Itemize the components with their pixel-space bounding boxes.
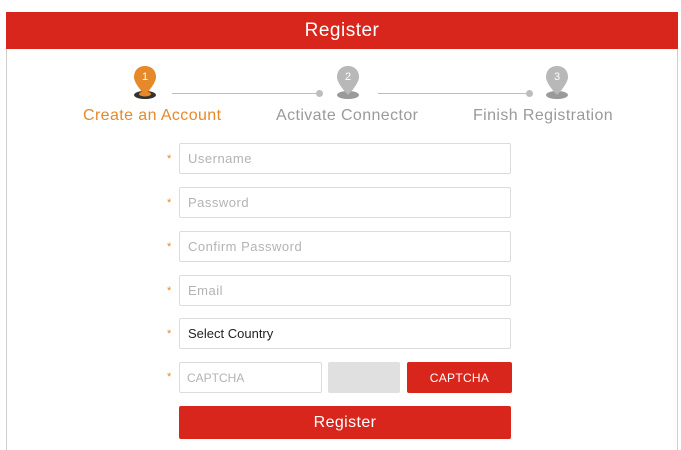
captcha-button[interactable]: CAPTCHA xyxy=(407,362,512,393)
required-marker: * xyxy=(167,371,172,383)
frame-border-left xyxy=(6,48,7,450)
step-connector xyxy=(172,93,320,94)
step-1-number: 1 xyxy=(142,71,148,83)
register-window: Register 1 2 3 Create an Account Activat… xyxy=(0,0,681,450)
captcha-image xyxy=(328,362,400,393)
step-2-number: 2 xyxy=(345,71,351,83)
country-select[interactable]: Select Country xyxy=(179,318,511,349)
step-label-activate-connector: Activate Connector xyxy=(276,107,419,124)
header-bar: Register xyxy=(6,12,678,49)
password-input[interactable] xyxy=(179,187,511,218)
required-marker: * xyxy=(167,241,172,253)
page-title: Register xyxy=(304,19,380,41)
map-pin-icon: 2 xyxy=(337,66,359,99)
map-pin-icon: 1 xyxy=(134,66,156,99)
username-input[interactable] xyxy=(179,143,511,174)
required-marker: * xyxy=(167,285,172,297)
step-connector-dot xyxy=(526,90,533,97)
country-select-value: Select Country xyxy=(188,326,274,341)
step-connector-dot xyxy=(316,90,323,97)
register-button[interactable]: Register xyxy=(179,406,511,439)
required-marker: * xyxy=(167,197,172,209)
email-input[interactable] xyxy=(179,275,511,306)
step-3-number: 3 xyxy=(554,71,560,83)
step-connector xyxy=(378,93,530,94)
frame-border-right xyxy=(677,48,678,450)
captcha-input[interactable] xyxy=(179,362,322,393)
step-label-create-account: Create an Account xyxy=(83,107,222,124)
required-marker: * xyxy=(167,153,172,165)
step-label-finish-registration: Finish Registration xyxy=(473,107,614,124)
confirm-password-input[interactable] xyxy=(179,231,511,262)
required-marker: * xyxy=(167,328,172,340)
map-pin-icon: 3 xyxy=(546,66,568,99)
